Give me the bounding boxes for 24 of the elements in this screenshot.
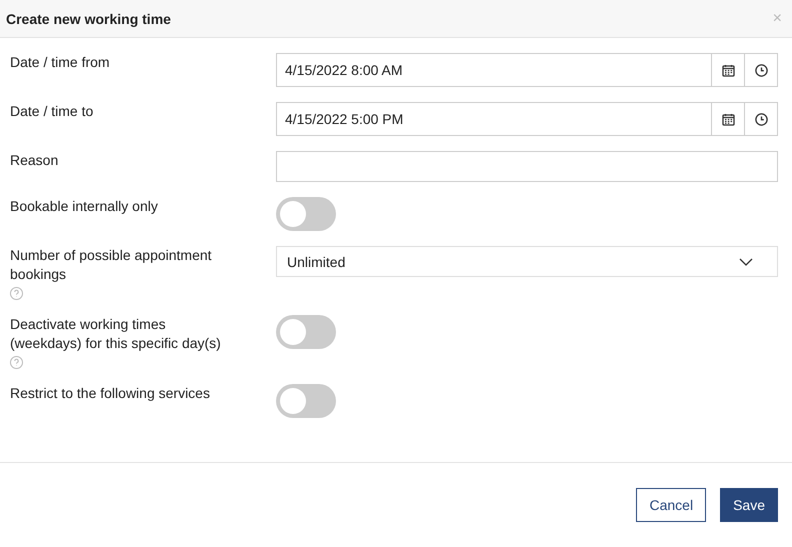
field-label: Reason [10,151,58,170]
field-label: Deactivate working times (weekdays) for this specific day(s) [10,315,222,353]
field-label: Bookable internally only [10,197,158,216]
field-label: Restrict to the following services [10,384,210,403]
toggle-switch[interactable] [276,197,336,231]
calendar-icon [722,64,734,76]
field-label: Number of possible appointment bookings [10,246,213,284]
toggle-switch[interactable] [276,315,336,349]
field-label: Date / time from [10,53,110,72]
chevron-down-icon [739,258,753,266]
clock-icon [754,112,768,126]
date-time-field[interactable]: 4/15/2022 5:00 PM [276,102,778,136]
toggle-switch[interactable] [276,384,336,418]
reason-field[interactable] [276,151,778,182]
clock-icon [754,64,768,76]
save-button[interactable]: Save [720,488,778,522]
dialog-title: Create new working time [6,10,171,26]
cancel-button[interactable]: Cancel [636,488,706,522]
help-icon[interactable] [10,287,23,300]
help-icon[interactable] [10,356,23,369]
calendar-icon [722,112,734,126]
bookings-select[interactable]: Unlimited [276,246,778,277]
date-time-field[interactable]: 4/15/2022 8:00 AM [276,53,778,87]
field-label: Date / time to [10,102,94,121]
